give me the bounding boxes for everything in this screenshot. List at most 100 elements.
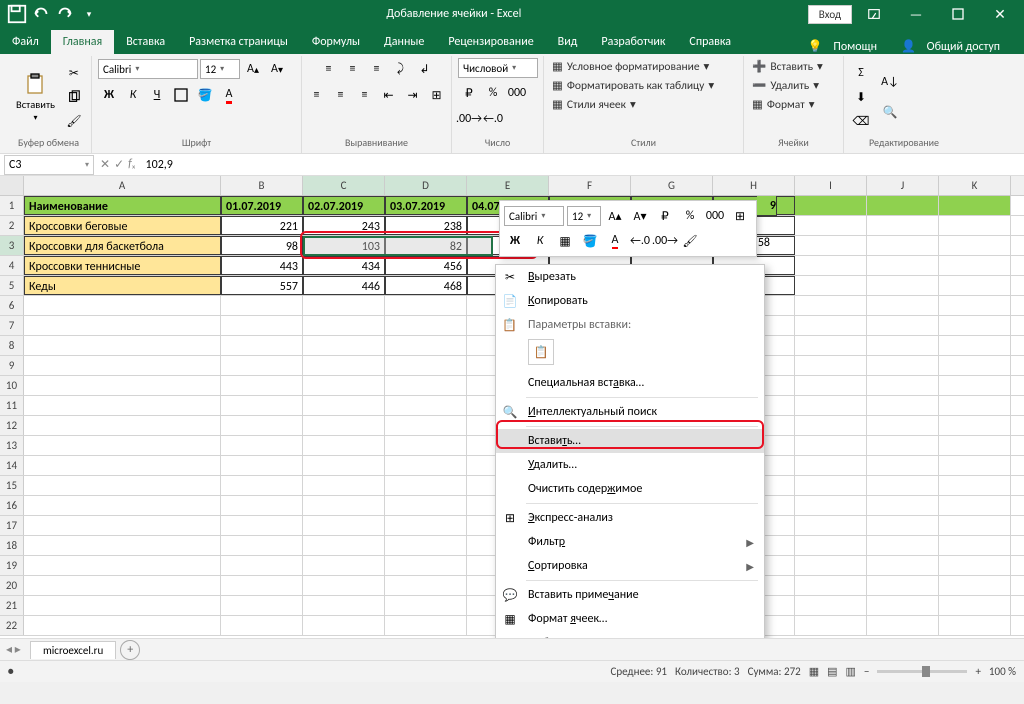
ctx-filter[interactable]: Фильтр▶ (496, 530, 764, 554)
cell[interactable] (795, 236, 867, 255)
cell[interactable] (221, 456, 303, 475)
cell[interactable] (24, 456, 221, 475)
cell[interactable] (24, 496, 221, 515)
cell[interactable] (795, 356, 867, 375)
mini-dec-font-icon[interactable]: A▾ (629, 205, 651, 227)
row-header[interactable]: 21 (0, 596, 24, 615)
ctx-pick-list[interactable]: Выбрать из раскрывающегося списка… (496, 631, 764, 638)
copy-icon[interactable] (63, 86, 85, 108)
cell[interactable] (221, 496, 303, 515)
zoom-level[interactable]: 100 % (989, 665, 1016, 678)
mini-font-combo[interactable]: Calibri▾ (504, 206, 564, 226)
mini-font-color-icon[interactable]: А (604, 230, 626, 252)
col-header[interactable]: G (631, 176, 713, 195)
mini-percent-icon[interactable]: % (679, 205, 701, 227)
cell[interactable] (795, 536, 867, 555)
cell[interactable] (24, 616, 221, 635)
cell[interactable] (939, 276, 1011, 295)
cell[interactable] (385, 336, 467, 355)
cell[interactable] (303, 416, 385, 435)
cell[interactable] (795, 276, 867, 295)
cell[interactable] (795, 396, 867, 415)
cell[interactable] (939, 316, 1011, 335)
align-center-icon[interactable]: ≡ (330, 84, 352, 106)
ctx-copy[interactable]: 📄Копировать (496, 289, 764, 313)
col-header[interactable]: D (385, 176, 467, 195)
cell[interactable] (795, 436, 867, 455)
row-header[interactable]: 2 (0, 216, 24, 235)
row-header[interactable]: 6 (0, 296, 24, 315)
cell-h3[interactable]: 58 (740, 236, 770, 250)
cell[interactable] (24, 436, 221, 455)
cell[interactable] (939, 236, 1011, 255)
cell[interactable] (939, 476, 1011, 495)
col-header[interactable]: F (549, 176, 631, 195)
cell[interactable] (24, 296, 221, 315)
cell[interactable] (795, 196, 867, 215)
tab-developer[interactable]: Разработчик (589, 30, 677, 54)
cell[interactable] (221, 556, 303, 575)
cell[interactable] (939, 256, 1011, 275)
cell[interactable] (867, 556, 939, 575)
qat-customize-icon[interactable]: ▾ (78, 3, 100, 25)
merge-icon[interactable]: ⊞ (426, 84, 448, 106)
cell[interactable]: 01.07.2019 (221, 196, 303, 215)
col-header[interactable]: A (24, 176, 221, 195)
mini-bold-icon[interactable]: Ж (504, 230, 526, 252)
undo-icon[interactable] (30, 3, 52, 25)
cell[interactable] (795, 496, 867, 515)
cell[interactable] (385, 316, 467, 335)
cell[interactable] (303, 496, 385, 515)
tab-formulas[interactable]: Формулы (300, 30, 372, 54)
font-name-combo[interactable]: Calibri▾ (98, 59, 198, 79)
cell[interactable] (867, 376, 939, 395)
ctx-clear[interactable]: Очистить содержимое (496, 477, 764, 501)
row-header[interactable]: 11 (0, 396, 24, 415)
number-format-combo[interactable]: Числовой▾ (458, 58, 538, 78)
cell[interactable] (303, 356, 385, 375)
cell[interactable] (385, 396, 467, 415)
col-header[interactable]: E (467, 176, 549, 195)
tab-help[interactable]: Справка (677, 30, 743, 54)
paste-option-default[interactable]: 📋 (528, 339, 554, 365)
col-header[interactable]: J (867, 176, 939, 195)
ribbon-options-icon[interactable] (854, 0, 894, 28)
align-right-icon[interactable]: ≡ (354, 84, 376, 106)
cell[interactable] (303, 336, 385, 355)
record-macro-icon[interactable]: ⏺ (8, 665, 14, 679)
zoom-out-icon[interactable]: − (864, 665, 869, 678)
cell[interactable] (385, 556, 467, 575)
name-box[interactable]: C3▾ (4, 155, 94, 175)
tab-insert[interactable]: Вставка (114, 30, 177, 54)
bold-icon[interactable]: Ж (98, 84, 120, 106)
wrap-text-icon[interactable]: ↲ (414, 58, 436, 80)
cell[interactable]: Кроссовки теннисные (24, 256, 221, 275)
cell[interactable] (939, 516, 1011, 535)
format-painter-icon[interactable]: 🖌 (63, 110, 85, 132)
clear-icon[interactable]: ⌫ (850, 110, 872, 132)
cell[interactable] (867, 296, 939, 315)
cell[interactable] (795, 616, 867, 635)
cell[interactable] (303, 476, 385, 495)
mini-comma-icon[interactable]: 000 (704, 205, 726, 227)
orientation-icon[interactable]: ⤸ (390, 58, 412, 80)
row-header[interactable]: 4 (0, 256, 24, 275)
cell[interactable] (867, 516, 939, 535)
cell[interactable] (385, 416, 467, 435)
view-break-icon[interactable]: ▥ (846, 665, 856, 678)
increase-font-icon[interactable]: A▴ (242, 58, 264, 80)
cell[interactable]: 238 (385, 216, 467, 235)
zoom-in-icon[interactable]: + (975, 665, 980, 678)
decrease-indent-icon[interactable]: ⇤ (378, 84, 400, 106)
cell[interactable] (385, 616, 467, 635)
cell[interactable] (385, 596, 467, 615)
ctx-sort[interactable]: Сортировка▶ (496, 554, 764, 578)
cell[interactable] (795, 296, 867, 315)
cell[interactable] (939, 216, 1011, 235)
cell[interactable] (795, 256, 867, 275)
comma-icon[interactable]: 000 (506, 82, 528, 104)
cells-delete[interactable]: ➖ Удалить ▾ (750, 77, 821, 94)
cell[interactable] (795, 556, 867, 575)
col-header[interactable]: B (221, 176, 303, 195)
tab-review[interactable]: Рецензирование (436, 30, 545, 54)
